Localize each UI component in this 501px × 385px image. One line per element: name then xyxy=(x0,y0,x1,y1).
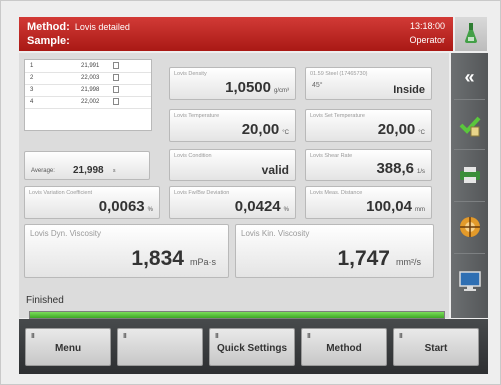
row-value: 22,002 xyxy=(81,99,100,105)
bottom-toolbar: III Menu III III Quick Settings III Meth… xyxy=(19,319,488,374)
row-checkbox[interactable] xyxy=(113,62,119,69)
kin-viscosity-value: 1,747 mm²/s xyxy=(337,247,421,270)
variation-label: Lovis Variation Coefficient xyxy=(29,190,93,196)
button-label: Method xyxy=(326,343,362,354)
button-indicator: III xyxy=(307,333,311,340)
temperature-label: Lovis Temperature xyxy=(174,113,220,119)
check-report-icon xyxy=(459,116,480,137)
button-label: Menu xyxy=(54,343,82,354)
divider xyxy=(454,149,485,150)
empty-button[interactable]: III xyxy=(117,328,203,366)
sample-changer-icon xyxy=(459,217,480,237)
table-row: 4 22,002 xyxy=(25,96,151,109)
sample-key: Sample: xyxy=(27,35,70,47)
row-checkbox[interactable] xyxy=(113,86,119,93)
fwd-bwd-label: Lovis Fw/Bw Deviation xyxy=(174,190,230,196)
printer-button[interactable] xyxy=(451,155,488,195)
row-value: 22,003 xyxy=(81,75,100,81)
check-report-button[interactable] xyxy=(451,105,488,145)
button-indicator: III xyxy=(399,333,403,340)
method-name: Lovis detailed xyxy=(74,22,130,32)
variation-tile[interactable]: Lovis Variation Coefficient 0,0063% xyxy=(24,186,160,219)
row-index: 1 xyxy=(30,63,34,69)
density-value: 1,0500 g/cm³ xyxy=(225,79,289,96)
method-key: Method: xyxy=(27,21,70,33)
method-line: Method: Lovis detailed xyxy=(27,21,130,33)
average-tile: Average: 21,998 s xyxy=(24,151,150,180)
row-index: 3 xyxy=(30,87,34,93)
divider xyxy=(454,99,485,100)
variation-value: 0,0063% xyxy=(98,198,153,215)
printer-icon xyxy=(459,167,480,183)
dyn-viscosity-value: 1,834 mPa·s xyxy=(131,247,216,270)
set-temperature-label: Lovis Set Temperature xyxy=(310,113,365,119)
monitor-button[interactable] xyxy=(451,261,488,301)
method-button[interactable]: III Method xyxy=(301,328,387,366)
divider xyxy=(454,201,485,202)
collapse-icon: « xyxy=(464,66,475,87)
user-name: Operator xyxy=(409,35,445,45)
button-label: Start xyxy=(424,343,448,354)
ball-label: 01.59 Steel (17465730) xyxy=(310,71,368,77)
distance-value: 100,04 mm xyxy=(366,198,425,215)
progress-fill xyxy=(30,312,444,318)
right-sidebar: « xyxy=(451,53,488,318)
condition-tile[interactable]: Lovis Condition valid xyxy=(169,149,296,181)
temperature-value: 20,00 °C xyxy=(241,121,289,138)
monitor-icon xyxy=(458,271,481,291)
app-window: Method: Lovis detailed Sample: 13:18:00 … xyxy=(0,0,501,385)
divider xyxy=(454,253,485,254)
results-table: 1 21,991 2 22,003 3 21,998 4 22,002 xyxy=(24,59,152,131)
flask-logo-icon xyxy=(455,17,487,51)
quick-settings-button[interactable]: III Quick Settings xyxy=(209,328,295,366)
density-tile[interactable]: Lovis Density 1,0500 g/cm³ xyxy=(169,67,296,100)
clock: 13:18:00 xyxy=(409,21,445,31)
distance-label: Lovis Meas. Distance xyxy=(310,190,363,196)
button-label: Quick Settings xyxy=(216,343,287,354)
header-bar: Method: Lovis detailed Sample: 13:18:00 … xyxy=(19,17,453,51)
kin-viscosity-tile[interactable]: Lovis Kin. Viscosity 1,747 mm²/s xyxy=(235,224,434,278)
condition-value: valid xyxy=(261,163,289,177)
progress-bar xyxy=(29,311,445,319)
row-index: 4 xyxy=(30,99,34,105)
average-value: 21,998 xyxy=(73,165,104,176)
temperature-tile[interactable]: Lovis Temperature 20,00 °C xyxy=(169,109,296,142)
start-button[interactable]: III Start xyxy=(393,328,479,366)
set-temperature-value: 20,00 °C xyxy=(377,121,425,138)
menu-button[interactable]: III Menu xyxy=(25,328,111,366)
row-value: 21,991 xyxy=(81,63,100,69)
dyn-viscosity-label: Lovis Dyn. Viscosity xyxy=(30,229,101,238)
average-unit: s xyxy=(113,168,116,174)
fwd-bwd-value: 0,0424% xyxy=(234,198,289,215)
fwd-bwd-tile[interactable]: Lovis Fw/Bw Deviation 0,0424% xyxy=(169,186,296,219)
sample-changer-button[interactable] xyxy=(451,207,488,247)
shear-rate-value: 388,6 1/s xyxy=(376,160,425,177)
average-label: Average: xyxy=(31,168,55,174)
row-checkbox[interactable] xyxy=(113,98,119,105)
button-indicator: III xyxy=(31,333,35,340)
status-text: Finished xyxy=(26,295,64,306)
row-checkbox[interactable] xyxy=(113,74,119,81)
dyn-viscosity-tile[interactable]: Lovis Dyn. Viscosity 1,834 mPa·s xyxy=(24,224,229,278)
set-temperature-tile[interactable]: Lovis Set Temperature 20,00 °C xyxy=(305,109,432,142)
condition-label: Lovis Condition xyxy=(174,153,212,159)
shear-rate-tile[interactable]: Lovis Shear Rate 388,6 1/s xyxy=(305,149,432,181)
button-indicator: III xyxy=(123,333,127,340)
row-index: 2 xyxy=(30,75,34,81)
angle-value: 45° xyxy=(312,82,323,89)
measurement-panel: 1 21,991 2 22,003 3 21,998 4 22,002 Aver… xyxy=(19,53,449,319)
collapse-button[interactable]: « xyxy=(451,57,488,97)
shear-rate-label: Lovis Shear Rate xyxy=(310,153,353,159)
row-value: 21,998 xyxy=(81,87,100,93)
distance-tile[interactable]: Lovis Meas. Distance 100,04 mm xyxy=(305,186,432,219)
button-indicator: III xyxy=(215,333,219,340)
kin-viscosity-label: Lovis Kin. Viscosity xyxy=(241,229,310,238)
ball-tile[interactable]: 01.59 Steel (17465730) 45° Inside xyxy=(305,67,432,100)
ball-position-value: Inside xyxy=(393,84,425,96)
density-label: Lovis Density xyxy=(174,71,207,77)
